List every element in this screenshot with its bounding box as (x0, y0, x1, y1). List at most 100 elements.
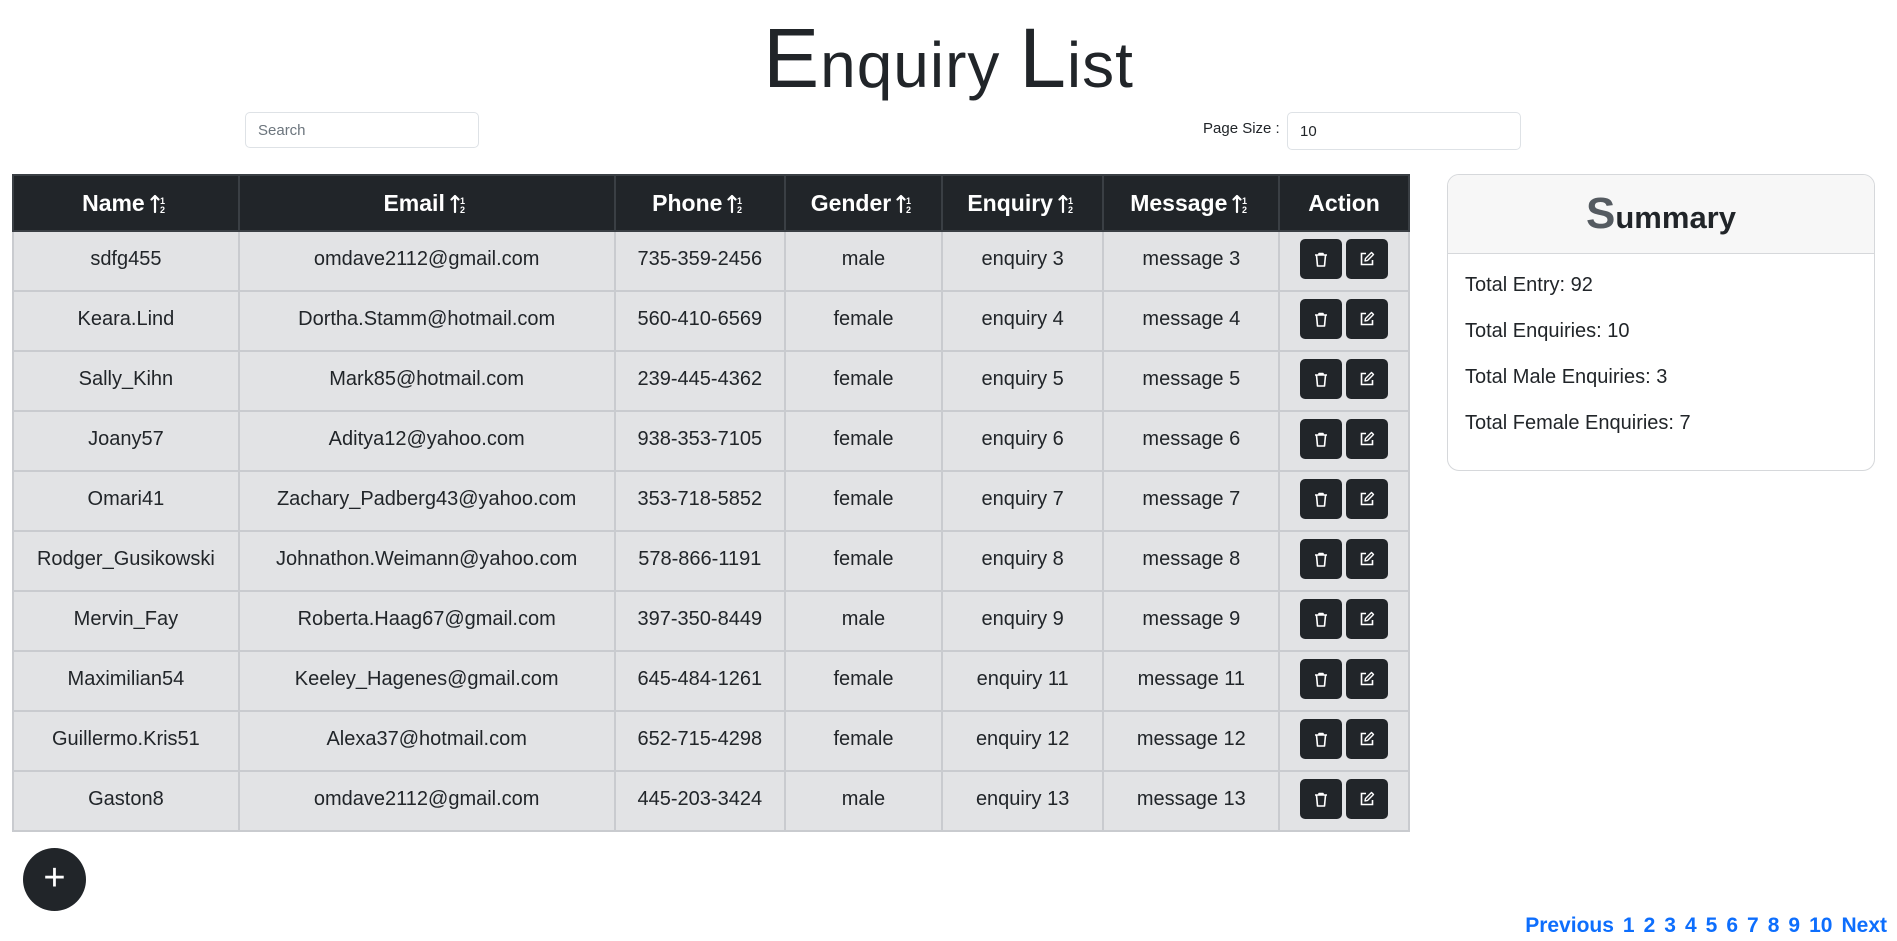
page-link-7[interactable]: 7 (1747, 914, 1759, 937)
column-header-label: Message (1130, 189, 1228, 216)
page-link-6[interactable]: 6 (1726, 914, 1738, 937)
summary-title: Summary (1448, 175, 1874, 254)
delete-button[interactable] (1300, 479, 1343, 519)
cell-enquiry: enquiry 8 (940, 530, 1105, 592)
cell-gender: female (784, 530, 943, 592)
cell-gender: female (784, 650, 943, 712)
page-link-9[interactable]: 9 (1788, 914, 1800, 937)
cell-action (1278, 590, 1410, 652)
column-header-label: Name (82, 189, 145, 216)
cell-message: message 5 (1102, 350, 1281, 412)
column-header-email[interactable]: Email 1 2 (237, 174, 616, 232)
page-link-8[interactable]: 8 (1768, 914, 1780, 937)
svg-text:2: 2 (906, 205, 911, 214)
cell-phone: 445-203-3424 (613, 770, 787, 832)
svg-text:2: 2 (160, 205, 165, 214)
cell-phone: 353-718-5852 (613, 470, 787, 532)
cell-name: Mervin_Fay (12, 590, 240, 652)
column-header-name[interactable]: Name 1 2 (12, 174, 240, 232)
cell-name: Gaston8 (12, 770, 240, 832)
delete-button[interactable] (1300, 299, 1343, 339)
cell-enquiry: enquiry 13 (940, 770, 1105, 832)
page-link-2[interactable]: 2 (1644, 914, 1656, 937)
cell-phone: 578-866-1191 (613, 530, 787, 592)
edit-button[interactable] (1346, 479, 1389, 519)
sort-alpha-icon[interactable]: 12 (450, 194, 470, 214)
cell-email: Keeley_Hagenes@gmail.com (237, 650, 616, 712)
previous-page-link[interactable]: Previous (1525, 914, 1614, 937)
cell-email: omdave2112@gmail.com (237, 770, 616, 832)
cell-action (1278, 650, 1410, 712)
edit-button[interactable] (1346, 659, 1389, 699)
column-header-label: Email (383, 189, 445, 216)
add-enquiry-button[interactable]: + (23, 848, 86, 911)
edit-button[interactable] (1346, 359, 1389, 399)
sort-alpha-icon[interactable]: 12 (1058, 194, 1078, 214)
edit-button[interactable] (1346, 299, 1389, 339)
cell-name: Omari41 (12, 470, 240, 532)
page-link-10[interactable]: 10 (1809, 914, 1832, 937)
column-header-label: Action (1308, 189, 1380, 216)
cell-gender: male (784, 230, 943, 292)
cell-action (1278, 230, 1410, 292)
delete-button[interactable] (1300, 359, 1343, 399)
cell-gender: female (784, 350, 943, 412)
page-link-1[interactable]: 1 (1623, 914, 1635, 937)
table-row: Gaston8 omdave2112@gmail.com 445-203-3424 m… (12, 770, 1410, 832)
cell-name: Rodger_Gusikowski (12, 530, 240, 592)
search-input[interactable] (245, 112, 479, 148)
edit-button[interactable] (1346, 539, 1389, 579)
cell-gender: female (784, 410, 943, 472)
cell-gender: female (784, 710, 943, 772)
delete-button[interactable] (1300, 239, 1343, 279)
sort-alpha-icon[interactable]: 12 (896, 194, 916, 214)
edit-button[interactable] (1346, 239, 1389, 279)
column-header-label: Phone (652, 189, 723, 216)
table-row: Sally_Kihn Mark85@hotmail.com 239-445-4362… (12, 350, 1410, 412)
column-header-message[interactable]: Message 1 2 (1102, 174, 1281, 232)
table-header-row: Name 1 2 Email 1 2 Phone 1 2 Gender 1 2 Enquiry 1 2 Mes… (12, 174, 1410, 232)
cell-enquiry: enquiry 4 (940, 290, 1105, 352)
plus-icon: + (43, 857, 66, 899)
column-header-enquiry[interactable]: Enquiry 1 2 (940, 174, 1105, 232)
cell-email: Aditya12@yahoo.com (237, 410, 616, 472)
cell-enquiry: enquiry 11 (940, 650, 1105, 712)
column-header-label: Gender (810, 189, 892, 216)
delete-button[interactable] (1300, 419, 1343, 459)
cell-name: Keara.Lind (12, 290, 240, 352)
delete-button[interactable] (1300, 659, 1343, 699)
delete-button[interactable] (1300, 779, 1343, 819)
table-row: Rodger_Gusikowski Johnathon.Weimann@yahoo… (12, 530, 1410, 592)
summary-item: Total Male Enquiries: 3 (1465, 366, 1668, 388)
edit-button[interactable] (1346, 719, 1389, 759)
sort-alpha-icon[interactable]: 12 (1232, 194, 1252, 214)
sort-alpha-icon[interactable]: 12 (727, 194, 747, 214)
edit-button[interactable] (1346, 599, 1389, 639)
cell-message: message 6 (1102, 410, 1281, 472)
sort-alpha-icon[interactable]: 12 (150, 194, 170, 214)
cell-action (1278, 470, 1410, 532)
page-link-4[interactable]: 4 (1685, 914, 1697, 937)
delete-button[interactable] (1300, 719, 1343, 759)
svg-text:2: 2 (1068, 205, 1073, 214)
page-size-input[interactable] (1287, 112, 1521, 150)
page-link-3[interactable]: 3 (1664, 914, 1676, 937)
cell-message: message 9 (1102, 590, 1281, 652)
page-link-5[interactable]: 5 (1706, 914, 1718, 937)
next-page-link[interactable]: Next (1841, 914, 1887, 937)
cell-email: Alexa37@hotmail.com (237, 710, 616, 772)
column-header-gender[interactable]: Gender 1 2 (784, 174, 943, 232)
cell-gender: male (784, 590, 943, 652)
svg-text:2: 2 (737, 205, 742, 214)
column-header-phone[interactable]: Phone 1 2 (613, 174, 787, 232)
delete-button[interactable] (1300, 599, 1343, 639)
cell-email: Mark85@hotmail.com (237, 350, 616, 412)
cell-email: Johnathon.Weimann@yahoo.com (237, 530, 616, 592)
cell-enquiry: enquiry 9 (940, 590, 1105, 652)
edit-button[interactable] (1346, 779, 1389, 819)
enquiry-table: Name 1 2 Email 1 2 Phone 1 2 Gender 1 2 Enquiry 1 2 Mes… (12, 174, 1410, 832)
cell-name: Sally_Kihn (12, 350, 240, 412)
edit-button[interactable] (1346, 419, 1389, 459)
delete-button[interactable] (1300, 539, 1343, 579)
cell-action (1278, 530, 1410, 592)
